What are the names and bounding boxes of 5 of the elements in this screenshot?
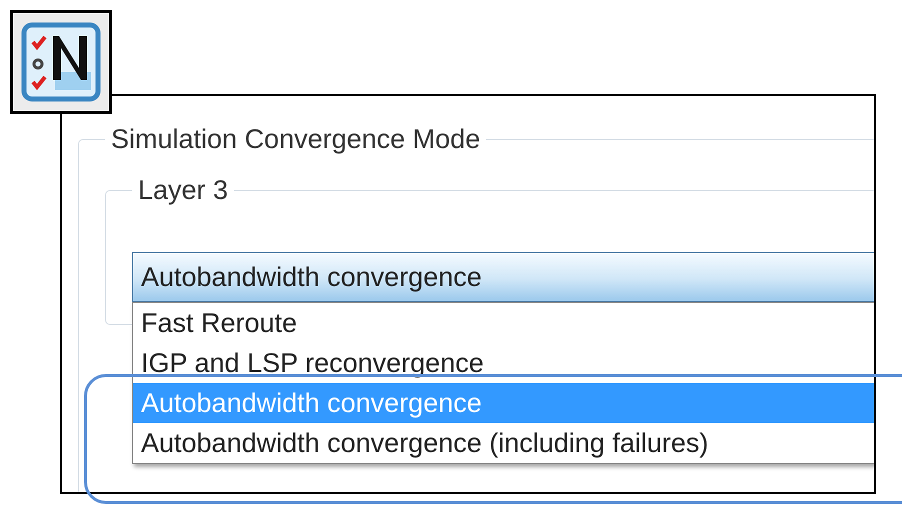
group-title: Simulation Convergence Mode <box>110 124 482 155</box>
checklist-logo-icon <box>21 22 101 102</box>
dropdown-option[interactable]: Autobandwidth convergence (including failures) <box>133 423 874 463</box>
dropdown-option[interactable]: Fast Reroute <box>133 303 874 343</box>
subgroup-title: Layer 3 <box>137 175 230 206</box>
